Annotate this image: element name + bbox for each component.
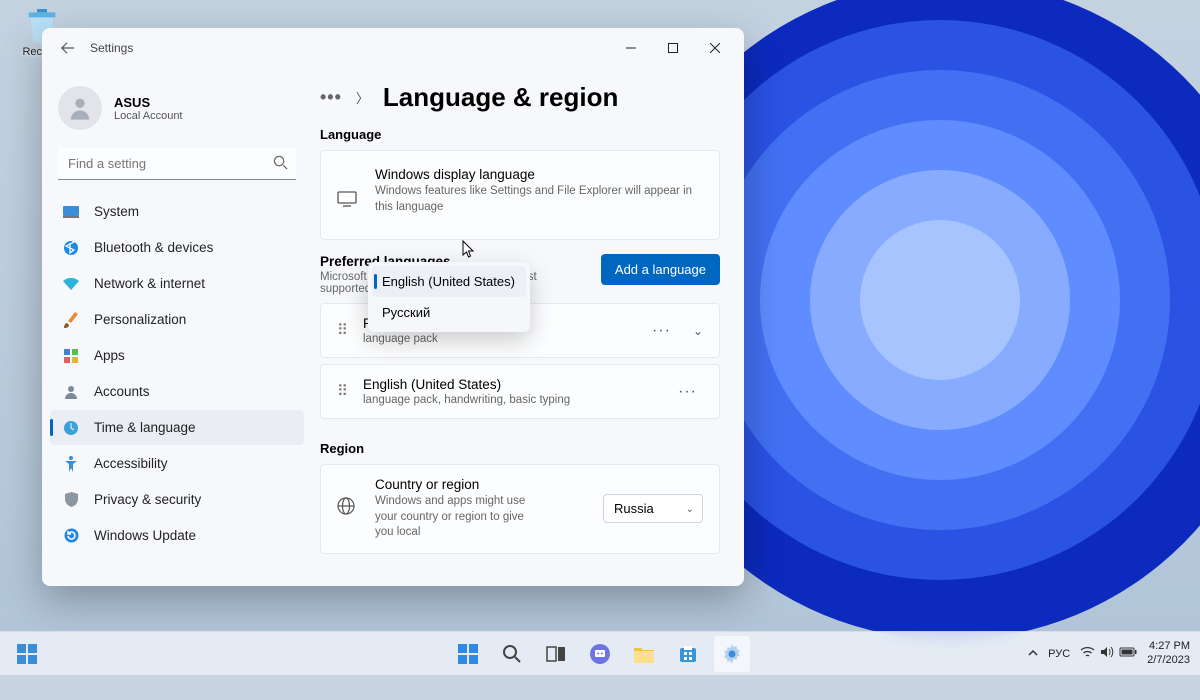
shield-icon: [62, 491, 80, 509]
chevron-down-icon: ⌄: [686, 504, 694, 515]
explorer-button[interactable]: [625, 635, 663, 673]
monitor-icon: [337, 191, 359, 212]
language-item-english[interactable]: ⠿ English (United States) language pack,…: [320, 364, 720, 419]
tray-overflow[interactable]: [1028, 648, 1038, 660]
date: 2/7/2023: [1147, 654, 1190, 667]
search-input[interactable]: [58, 148, 296, 180]
drag-handle-icon[interactable]: ⠿: [337, 388, 347, 396]
nav-label: Apps: [94, 348, 125, 363]
section-region: Region: [320, 441, 720, 456]
chat-button[interactable]: [581, 635, 619, 673]
window-title: Settings: [90, 41, 133, 55]
nav-bluetooth[interactable]: Bluetooth & devices: [50, 230, 304, 265]
search-icon: [273, 155, 288, 175]
chevron-right-icon: 〉: [356, 88, 369, 107]
breadcrumb-overflow[interactable]: •••: [320, 87, 342, 108]
volume-tray-icon[interactable]: [1100, 646, 1114, 661]
add-language-button[interactable]: Add a language: [601, 254, 720, 285]
country-region-card[interactable]: Country or region Windows and apps might…: [320, 464, 720, 554]
nav-network[interactable]: Network & internet: [50, 266, 304, 301]
account-name: ASUS: [114, 95, 183, 110]
globe-clock-icon: [62, 419, 80, 437]
back-button[interactable]: [54, 34, 82, 62]
sidebar: ASUS Local Account System Bluetooth & de…: [42, 68, 312, 586]
nav-personalization[interactable]: Personalization: [50, 302, 304, 337]
nav-apps[interactable]: Apps: [50, 338, 304, 373]
nav-accessibility[interactable]: Accessibility: [50, 446, 304, 481]
dropdown-option-russian[interactable]: Русский: [372, 297, 526, 328]
section-language: Language: [320, 127, 720, 142]
clock[interactable]: 4:27 PM 2/7/2023: [1147, 640, 1190, 666]
settings-window: Settings ASUS Local Account: [42, 28, 744, 586]
nav-time-language[interactable]: Time & language: [50, 410, 304, 445]
update-icon: [62, 527, 80, 545]
titlebar: Settings: [42, 28, 744, 68]
display-language-dropdown: English (United States) Русский: [368, 262, 530, 332]
breadcrumb: ••• 〉 Language & region: [320, 76, 720, 121]
language-sub: language pack, handwriting, basic typing: [363, 394, 656, 406]
drag-handle-icon[interactable]: ⠿: [337, 327, 347, 335]
nav-system[interactable]: System: [50, 194, 304, 229]
nav-accounts[interactable]: Accounts: [50, 374, 304, 409]
nav-privacy[interactable]: Privacy & security: [50, 482, 304, 517]
accessibility-icon: [62, 455, 80, 473]
nav-label: System: [94, 204, 139, 219]
nav-update[interactable]: Windows Update: [50, 518, 304, 553]
region-value: Russia: [614, 501, 654, 516]
taskbar: РУС 4:27 PM 2/7/2023: [0, 631, 1200, 675]
display-language-card[interactable]: Windows display language Windows feature…: [320, 150, 720, 240]
maximize-button[interactable]: [652, 33, 694, 63]
country-region-title: Country or region: [375, 477, 587, 492]
widgets-button[interactable]: [8, 635, 46, 673]
apps-icon: [62, 347, 80, 365]
language-name: English (United States): [363, 377, 656, 392]
bluetooth-icon: [62, 239, 80, 257]
battery-tray-icon[interactable]: [1119, 647, 1137, 660]
display-language-title: Windows display language: [375, 167, 703, 182]
nav-label: Accounts: [94, 384, 150, 399]
chevron-down-icon[interactable]: ⌄: [693, 324, 703, 338]
ime-indicator[interactable]: РУС: [1048, 648, 1070, 660]
avatar-icon: [58, 86, 102, 130]
account-block[interactable]: ASUS Local Account: [50, 80, 304, 142]
settings-button[interactable]: [713, 635, 751, 673]
page-title: Language & region: [383, 82, 618, 113]
language-sub: language pack: [363, 333, 630, 345]
more-button[interactable]: ···: [646, 322, 677, 340]
nav-label: Windows Update: [94, 528, 196, 543]
nav-label: Accessibility: [94, 456, 168, 471]
nav-list: System Bluetooth & devices Network & int…: [50, 194, 304, 553]
wifi-tray-icon[interactable]: [1080, 646, 1095, 661]
store-button[interactable]: [669, 635, 707, 673]
globe-icon: [337, 497, 359, 520]
search-button[interactable]: [493, 635, 531, 673]
nav-label: Privacy & security: [94, 492, 201, 507]
task-view-button[interactable]: [537, 635, 575, 673]
display-language-sub: Windows features like Settings and File …: [375, 184, 703, 215]
close-button[interactable]: [694, 33, 736, 63]
content-area: ••• 〉 Language & region Language Windows…: [312, 68, 744, 586]
nav-label: Time & language: [94, 420, 196, 435]
person-icon: [62, 383, 80, 401]
system-icon: [62, 203, 80, 221]
country-region-sub: Windows and apps might use your country …: [375, 494, 545, 541]
minimize-button[interactable]: [610, 33, 652, 63]
nav-label: Network & internet: [94, 276, 205, 291]
more-button[interactable]: ···: [672, 383, 703, 401]
brush-icon: [62, 311, 80, 329]
account-type: Local Account: [114, 110, 183, 122]
search-box[interactable]: [58, 148, 296, 180]
nav-label: Personalization: [94, 312, 186, 327]
dropdown-option-english[interactable]: English (United States): [372, 266, 526, 297]
region-select[interactable]: Russia ⌄: [603, 494, 703, 523]
wifi-icon: [62, 275, 80, 293]
nav-label: Bluetooth & devices: [94, 240, 213, 255]
time: 4:27 PM: [1147, 640, 1190, 653]
start-button[interactable]: [449, 635, 487, 673]
